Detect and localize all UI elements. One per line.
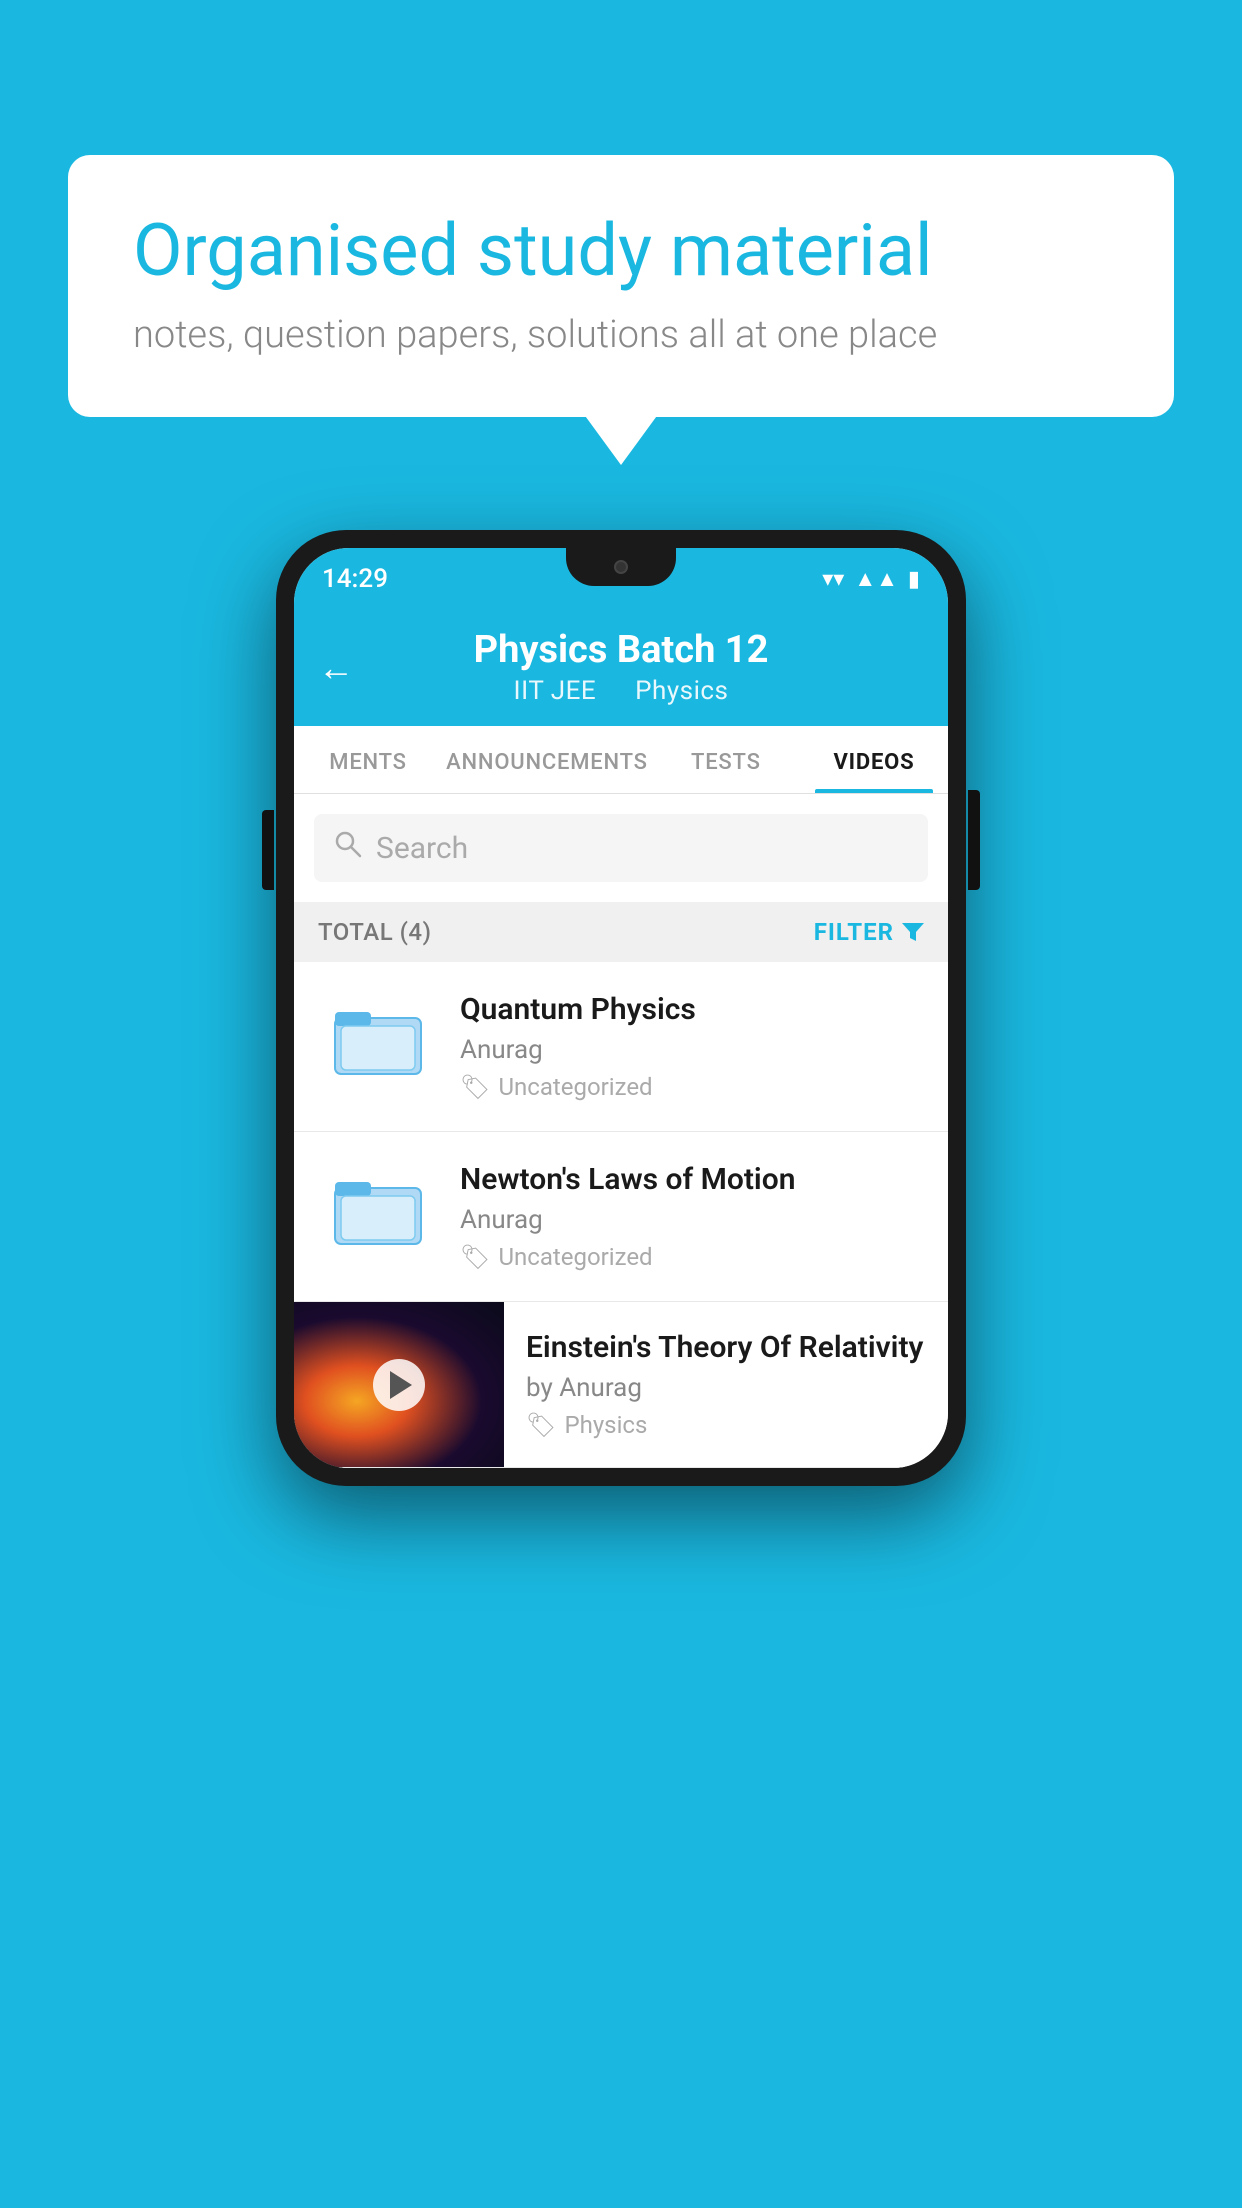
tag-label-3: Physics	[564, 1411, 647, 1439]
filter-button[interactable]: FILTER	[814, 918, 924, 946]
status-bar: 14:29 ▾▾ ▲▲ ▮	[294, 548, 948, 610]
phone-outer: 14:29 ▾▾ ▲▲ ▮ ← Physics Batch 12 IIT JEE…	[276, 530, 966, 1486]
status-time: 14:29	[322, 564, 388, 594]
signal-icon: ▲▲	[854, 566, 898, 592]
folder-thumb-1	[318, 992, 438, 1087]
tab-announcements[interactable]: ANNOUNCEMENTS	[442, 726, 652, 793]
phone-mockup: 14:29 ▾▾ ▲▲ ▮ ← Physics Batch 12 IIT JEE…	[276, 530, 966, 1486]
bubble-subtitle: notes, question papers, solutions all at…	[133, 313, 1109, 357]
wifi-icon: ▾▾	[822, 567, 844, 592]
video-tag-3: 🏷 Physics	[526, 1411, 928, 1439]
speech-bubble-container: Organised study material notes, question…	[68, 155, 1174, 417]
speech-bubble: Organised study material notes, question…	[68, 155, 1174, 417]
status-icons: ▾▾ ▲▲ ▮	[822, 566, 920, 592]
folder-thumb-2	[318, 1162, 438, 1257]
tag-icon-2: 🏷	[460, 1243, 490, 1271]
video-info-1: Quantum Physics Anurag 🏷 Uncategorized	[460, 992, 924, 1101]
video-author-2: Anurag	[460, 1205, 924, 1235]
tag-icon-1: 🏷	[460, 1073, 490, 1101]
filter-label: FILTER	[814, 918, 894, 946]
header-subtitle-physics: Physics	[635, 676, 728, 706]
play-icon	[390, 1371, 412, 1399]
list-item[interactable]: Newton's Laws of Motion Anurag 🏷 Uncateg…	[294, 1132, 948, 1302]
video-title-3: Einstein's Theory Of Relativity	[526, 1330, 928, 1365]
video-title-2: Newton's Laws of Motion	[460, 1162, 924, 1197]
app-header: ← Physics Batch 12 IIT JEE Physics	[294, 610, 948, 726]
search-bar[interactable]: Search	[314, 814, 928, 882]
folder-icon-2	[333, 1170, 423, 1250]
video-title-1: Quantum Physics	[460, 992, 924, 1027]
camera-dot	[614, 560, 628, 574]
tab-videos[interactable]: VIDEOS	[800, 726, 948, 793]
notch	[566, 548, 676, 586]
video-author-1: Anurag	[460, 1035, 924, 1065]
video-tag-1: 🏷 Uncategorized	[460, 1073, 924, 1101]
search-icon	[334, 830, 362, 866]
tab-bar: MENTS ANNOUNCEMENTS TESTS VIDEOS	[294, 726, 948, 794]
filter-icon	[902, 922, 924, 942]
filter-bar: TOTAL (4) FILTER	[294, 902, 948, 962]
video-list: Quantum Physics Anurag 🏷 Uncategorized	[294, 962, 948, 1468]
tab-tests[interactable]: TESTS	[652, 726, 800, 793]
video-tag-2: 🏷 Uncategorized	[460, 1243, 924, 1271]
back-button[interactable]: ←	[318, 650, 354, 686]
video-info-3: Einstein's Theory Of Relativity by Anura…	[504, 1302, 948, 1467]
einstein-thumbnail	[294, 1302, 504, 1467]
list-item[interactable]: Einstein's Theory Of Relativity by Anura…	[294, 1302, 948, 1468]
header-title: Physics Batch 12	[318, 628, 924, 672]
header-subtitle-iit: IIT JEE	[514, 676, 597, 706]
play-button[interactable]	[373, 1359, 425, 1411]
search-placeholder: Search	[376, 831, 468, 866]
tag-label-1: Uncategorized	[498, 1073, 652, 1101]
tag-icon-3: 🏷	[526, 1411, 556, 1439]
list-item[interactable]: Quantum Physics Anurag 🏷 Uncategorized	[294, 962, 948, 1132]
battery-icon: ▮	[908, 567, 920, 592]
header-subtitle: IIT JEE Physics	[318, 676, 924, 706]
video-info-2: Newton's Laws of Motion Anurag 🏷 Uncateg…	[460, 1162, 924, 1271]
video-author-3: by Anurag	[526, 1373, 928, 1403]
folder-icon-1	[333, 1000, 423, 1080]
total-label: TOTAL (4)	[318, 918, 431, 946]
tag-label-2: Uncategorized	[498, 1243, 652, 1271]
bubble-title: Organised study material	[133, 210, 1109, 293]
search-container: Search	[294, 794, 948, 902]
phone-screen: 14:29 ▾▾ ▲▲ ▮ ← Physics Batch 12 IIT JEE…	[294, 548, 948, 1468]
tab-ments[interactable]: MENTS	[294, 726, 442, 793]
